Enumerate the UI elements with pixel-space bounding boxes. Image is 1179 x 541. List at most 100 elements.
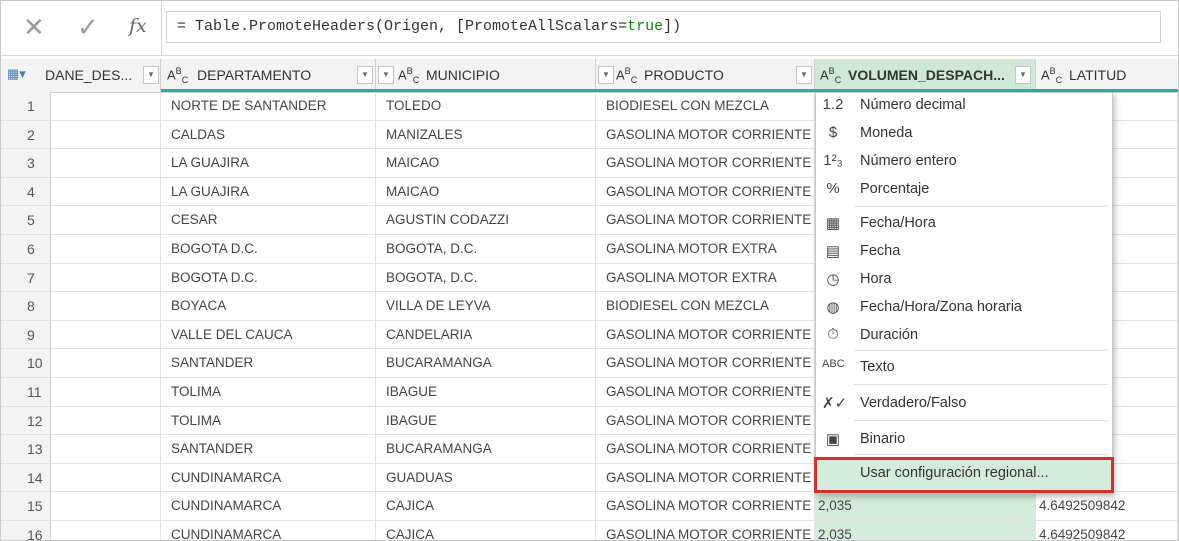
cell-departamento[interactable]: SANTANDER [161, 349, 376, 377]
menu-item[interactable]: 1.2 Número decimal [816, 93, 1112, 121]
cell-producto[interactable]: GASOLINA MOTOR CORRIENTE [596, 177, 815, 206]
cell-departamento[interactable]: TOLIMA [161, 378, 376, 406]
cell-producto[interactable]: GASOLINA MOTOR CORRIENTE [596, 206, 815, 234]
cell-volumen[interactable]: 2,035 [815, 492, 1036, 520]
row-number[interactable]: 7 [1, 263, 51, 292]
close-icon[interactable]: ✕ [23, 13, 45, 41]
fx-icon[interactable]: fx [129, 15, 147, 37]
chevron-down-icon[interactable]: ▼ [1015, 66, 1031, 84]
cell-departamento[interactable]: BOGOTA D.C. [161, 263, 376, 292]
row-number[interactable]: 15 [1, 492, 51, 520]
cell-municipio[interactable]: AGUSTIN CODAZZI [376, 206, 596, 234]
chevron-down-icon[interactable]: ▼ [357, 66, 373, 84]
column-header-departamento[interactable]: ABC DEPARTAMENTO ▼ [161, 59, 376, 92]
menu-item[interactable]: ▣ Binario [816, 427, 1112, 455]
cell-departamento[interactable]: VALLE DEL CAUCA [161, 320, 376, 349]
check-icon[interactable]: ✓ [77, 13, 99, 41]
cell-municipio[interactable]: BOGOTA, D.C. [376, 235, 596, 263]
cell-municipio[interactable]: MAICAO [376, 149, 596, 177]
cell-dane[interactable] [51, 521, 161, 540]
menu-item[interactable]: % Porcentaje [816, 177, 1112, 205]
cell-municipio[interactable]: GUADUAS [376, 463, 596, 492]
menu-item[interactable]: ◍ Fecha/Hora/Zona horaria [816, 295, 1112, 323]
column-header-dane[interactable]: ▦▾ DANE_DES... ▼ [1, 59, 161, 92]
cell-dane[interactable] [51, 463, 161, 492]
table-row[interactable]: 15 CUNDINAMARCA CAJICA GASOLINA MOTOR CORRI… [1, 492, 1178, 521]
cell-producto[interactable]: GASOLINA MOTOR CORRIENTE [596, 378, 815, 406]
row-number[interactable]: 9 [1, 320, 51, 349]
row-number[interactable]: 2 [1, 120, 51, 149]
cell-producto[interactable]: GASOLINA MOTOR CORRIENTE [596, 406, 815, 435]
cell-dane[interactable] [51, 177, 161, 206]
chevron-down-icon[interactable]: ▼ [796, 66, 812, 84]
cell-producto[interactable]: GASOLINA MOTOR CORRIENTE [596, 435, 815, 463]
cell-producto[interactable]: GASOLINA MOTOR CORRIENTE [596, 492, 815, 520]
cell-departamento[interactable]: NORTE DE SANTANDER [161, 92, 376, 120]
menu-item[interactable]: $ Moneda [816, 121, 1112, 149]
cell-producto[interactable]: GASOLINA MOTOR EXTRA [596, 235, 815, 263]
row-number[interactable]: 1 [1, 92, 51, 120]
menu-item[interactable]: ◷ Hora [816, 267, 1112, 295]
cell-producto[interactable]: BIODIESEL CON MEZCLA [596, 92, 815, 120]
text-type-icon[interactable]: ABC [616, 66, 637, 85]
menu-item[interactable]: 1²₃ Número entero [816, 149, 1112, 177]
menu-item[interactable]: ▤ Fecha [816, 239, 1112, 267]
cell-dane[interactable] [51, 235, 161, 263]
column-header-municipio[interactable]: ▼ ABC MUNICIPIO [376, 59, 596, 92]
cell-municipio[interactable]: IBAGUE [376, 406, 596, 435]
cell-departamento[interactable]: CESAR [161, 206, 376, 234]
row-number[interactable]: 3 [1, 149, 51, 177]
cell-dane[interactable] [51, 378, 161, 406]
row-number[interactable]: 8 [1, 292, 51, 320]
cell-departamento[interactable]: CUNDINAMARCA [161, 492, 376, 520]
row-number[interactable]: 14 [1, 463, 51, 492]
row-number[interactable]: 6 [1, 235, 51, 263]
cell-dane[interactable] [51, 492, 161, 520]
column-header-producto[interactable]: ▼ ABC PRODUCTO ▼ [596, 59, 815, 92]
cell-dane[interactable] [51, 92, 161, 120]
cell-municipio[interactable]: BOGOTA, D.C. [376, 263, 596, 292]
cell-dane[interactable] [51, 406, 161, 435]
cell-departamento[interactable]: BOYACA [161, 292, 376, 320]
cell-producto[interactable]: GASOLINA MOTOR EXTRA [596, 263, 815, 292]
menu-item[interactable]: ▦ Fecha/Hora [816, 211, 1112, 239]
table-icon[interactable]: ▦▾ [7, 66, 26, 82]
menu-item[interactable]: ⏱ Duración [816, 323, 1112, 351]
cell-departamento[interactable]: SANTANDER [161, 435, 376, 463]
text-type-icon[interactable]: ABC [820, 66, 841, 85]
text-type-icon[interactable]: ABC [398, 66, 419, 85]
row-number[interactable]: 10 [1, 349, 51, 377]
menu-item[interactable]: ✗✓ Verdadero/Falso [816, 391, 1112, 419]
cell-dane[interactable] [51, 263, 161, 292]
cell-producto[interactable]: GASOLINA MOTOR CORRIENTE [596, 320, 815, 349]
cell-dane[interactable] [51, 120, 161, 149]
table-row[interactable]: 16 CUNDINAMARCA CAJICA GASOLINA MOTOR CORRI… [1, 521, 1178, 540]
cell-dane[interactable] [51, 149, 161, 177]
cell-dane[interactable] [51, 292, 161, 320]
chevron-down-icon[interactable]: ▼ [598, 66, 614, 84]
cell-municipio[interactable]: CAJICA [376, 492, 596, 520]
cell-municipio[interactable]: TOLEDO [376, 92, 596, 120]
cell-departamento[interactable]: CALDAS [161, 120, 376, 149]
column-header-volumen[interactable]: ABC VOLUMEN_DESPACH... ▼ [815, 59, 1036, 92]
cell-dane[interactable] [51, 206, 161, 234]
row-number[interactable]: 11 [1, 378, 51, 406]
column-header-latitud[interactable]: ABC LATITUD [1036, 59, 1178, 92]
chevron-down-icon[interactable]: ▼ [378, 66, 394, 84]
cell-producto[interactable]: GASOLINA MOTOR CORRIENTE [596, 463, 815, 492]
cell-municipio[interactable]: MAICAO [376, 177, 596, 206]
row-number[interactable]: 5 [1, 206, 51, 234]
cell-departamento[interactable]: BOGOTA D.C. [161, 235, 376, 263]
cell-municipio[interactable]: CANDELARIA [376, 320, 596, 349]
menu-item-locale[interactable]: Usar configuración regional... [814, 457, 1114, 493]
row-number[interactable]: 13 [1, 435, 51, 463]
cell-volumen[interactable]: 2,035 [815, 521, 1036, 540]
cell-departamento[interactable]: TOLIMA [161, 406, 376, 435]
cell-departamento[interactable]: LA GUAJIRA [161, 149, 376, 177]
cell-departamento[interactable]: CUNDINAMARCA [161, 463, 376, 492]
cell-municipio[interactable]: MANIZALES [376, 120, 596, 149]
cell-municipio[interactable]: VILLA DE LEYVA [376, 292, 596, 320]
text-type-icon[interactable]: ABC [167, 66, 188, 85]
cell-producto[interactable]: GASOLINA MOTOR CORRIENTE [596, 149, 815, 177]
row-number[interactable]: 12 [1, 406, 51, 435]
